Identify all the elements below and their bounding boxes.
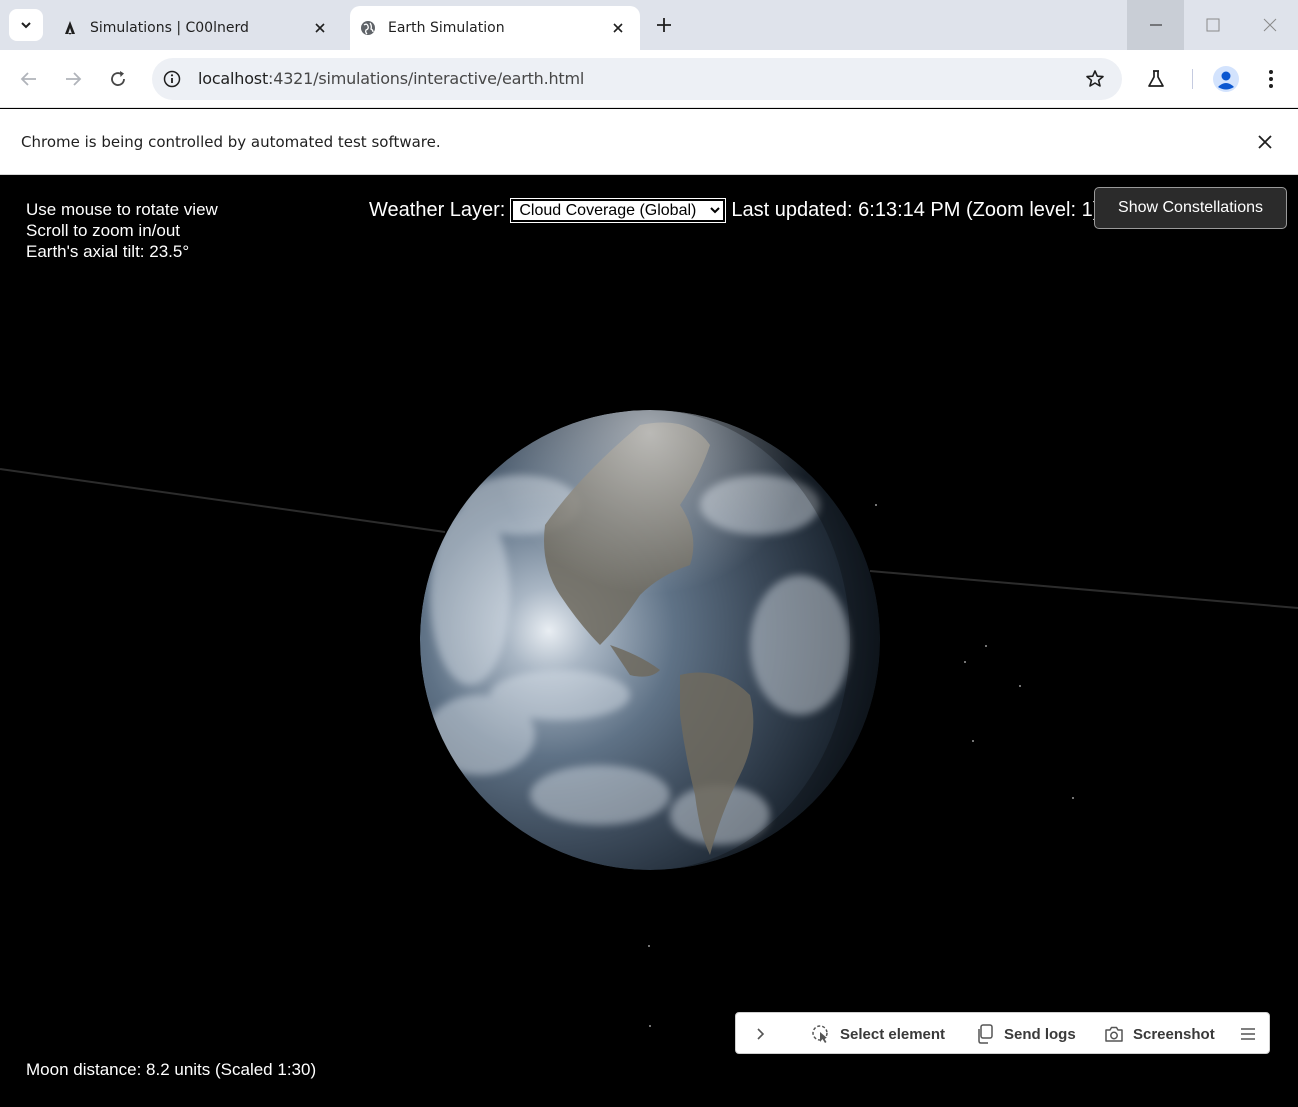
hamburger-menu-icon (1241, 1028, 1255, 1040)
kebab-menu-icon (1269, 70, 1273, 88)
last-updated-text: Last updated: 6:13:14 PM (Zoom level: 1) (731, 199, 1100, 221)
new-tab-button[interactable] (650, 11, 678, 39)
url-text[interactable]: localhost:4321/simulations/interactive/e… (198, 69, 584, 88)
close-icon (1263, 18, 1276, 32)
close-tab-icon[interactable] (606, 16, 630, 40)
infobar-message: Chrome is being controlled by automated … (21, 133, 441, 151)
infobar-close-icon[interactable] (1254, 131, 1276, 153)
labs-button[interactable] (1141, 64, 1171, 94)
select-element-button[interactable]: Select element (810, 1013, 945, 1055)
arrow-left-icon (20, 72, 36, 86)
copy-icon (974, 1023, 996, 1045)
overlay-menu-button[interactable] (1240, 1013, 1256, 1055)
minimize-button[interactable] (1127, 0, 1184, 50)
weather-layer-select[interactable]: Cloud Coverage (Global) (510, 198, 727, 223)
weather-layer-label: Weather Layer: (369, 199, 506, 221)
help-line-tilt: Earth's axial tilt: 23.5° (26, 242, 190, 261)
weather-controls: Weather Layer: Cloud Coverage (Global) L… (369, 198, 1100, 223)
dev-overlay-toolbar: Select element Send logs Screenshot (735, 1012, 1270, 1054)
screenshot-button[interactable]: Screenshot (1103, 1013, 1215, 1055)
reload-icon (111, 71, 125, 86)
chevron-right-icon (757, 1028, 765, 1040)
url-host: localhost (198, 69, 269, 88)
flask-icon (1148, 70, 1164, 87)
site-info-icon[interactable] (162, 69, 182, 89)
tab-simulations[interactable]: Simulations | C00lnerd (50, 6, 342, 50)
camera-icon (1103, 1023, 1125, 1045)
forward-button[interactable] (58, 64, 88, 94)
earth-scene (0, 410, 1298, 1027)
arrow-right-icon (66, 72, 82, 86)
show-constellations-button[interactable]: Show Constellations (1094, 187, 1287, 229)
screenshot-label: Screenshot (1133, 1025, 1215, 1043)
avatar-icon (1213, 66, 1239, 92)
send-logs-label: Send logs (1004, 1025, 1076, 1043)
maximize-button[interactable] (1184, 0, 1241, 50)
url-path: :4321/simulations/interactive/earth.html (268, 69, 585, 88)
close-tab-icon[interactable] (308, 16, 332, 40)
help-line-rotate: Use mouse to rotate view (26, 200, 218, 219)
bookmark-star-icon[interactable] (1084, 68, 1106, 90)
moon-distance-text: Moon distance: 8.2 units (Scaled 1:30) (26, 1060, 317, 1079)
simulation-canvas[interactable]: Use mouse to rotate view Scroll to zoom … (0, 175, 1298, 1107)
astro-icon (62, 20, 78, 36)
send-logs-button[interactable]: Send logs (974, 1013, 1076, 1055)
browser-toolbar: localhost:4321/simulations/interactive/e… (0, 50, 1298, 108)
back-button[interactable] (14, 64, 44, 94)
help-line-zoom: Scroll to zoom in/out (26, 221, 181, 240)
collapse-toolbar-button[interactable] (752, 1013, 768, 1055)
cursor-select-icon (810, 1023, 832, 1045)
select-element-label: Select element (840, 1025, 946, 1043)
tab-search-button[interactable] (9, 9, 43, 41)
controls-help: Use mouse to rotate view Scroll to zoom … (26, 199, 218, 262)
reload-button[interactable] (103, 64, 133, 94)
toolbar-separator (1192, 69, 1193, 89)
profile-button[interactable] (1211, 64, 1241, 94)
plus-icon (657, 18, 671, 32)
automation-infobar: Chrome is being controlled by automated … (0, 109, 1298, 175)
globe-icon (360, 20, 376, 36)
menu-button[interactable] (1256, 64, 1286, 94)
tab-earth-simulation[interactable]: Earth Simulation (350, 6, 640, 50)
address-bar[interactable]: localhost:4321/simulations/interactive/e… (152, 58, 1122, 100)
minimize-icon (1149, 24, 1162, 26)
maximize-icon (1206, 18, 1219, 32)
tab-title: Earth Simulation (388, 20, 505, 36)
earth-globe (420, 410, 880, 870)
window-close-button[interactable] (1241, 0, 1298, 50)
tab-strip: Simulations | C00lnerd Earth Simulation (0, 0, 1298, 50)
chevron-down-icon (21, 22, 31, 29)
tab-title: Simulations | C00lnerd (90, 20, 249, 36)
